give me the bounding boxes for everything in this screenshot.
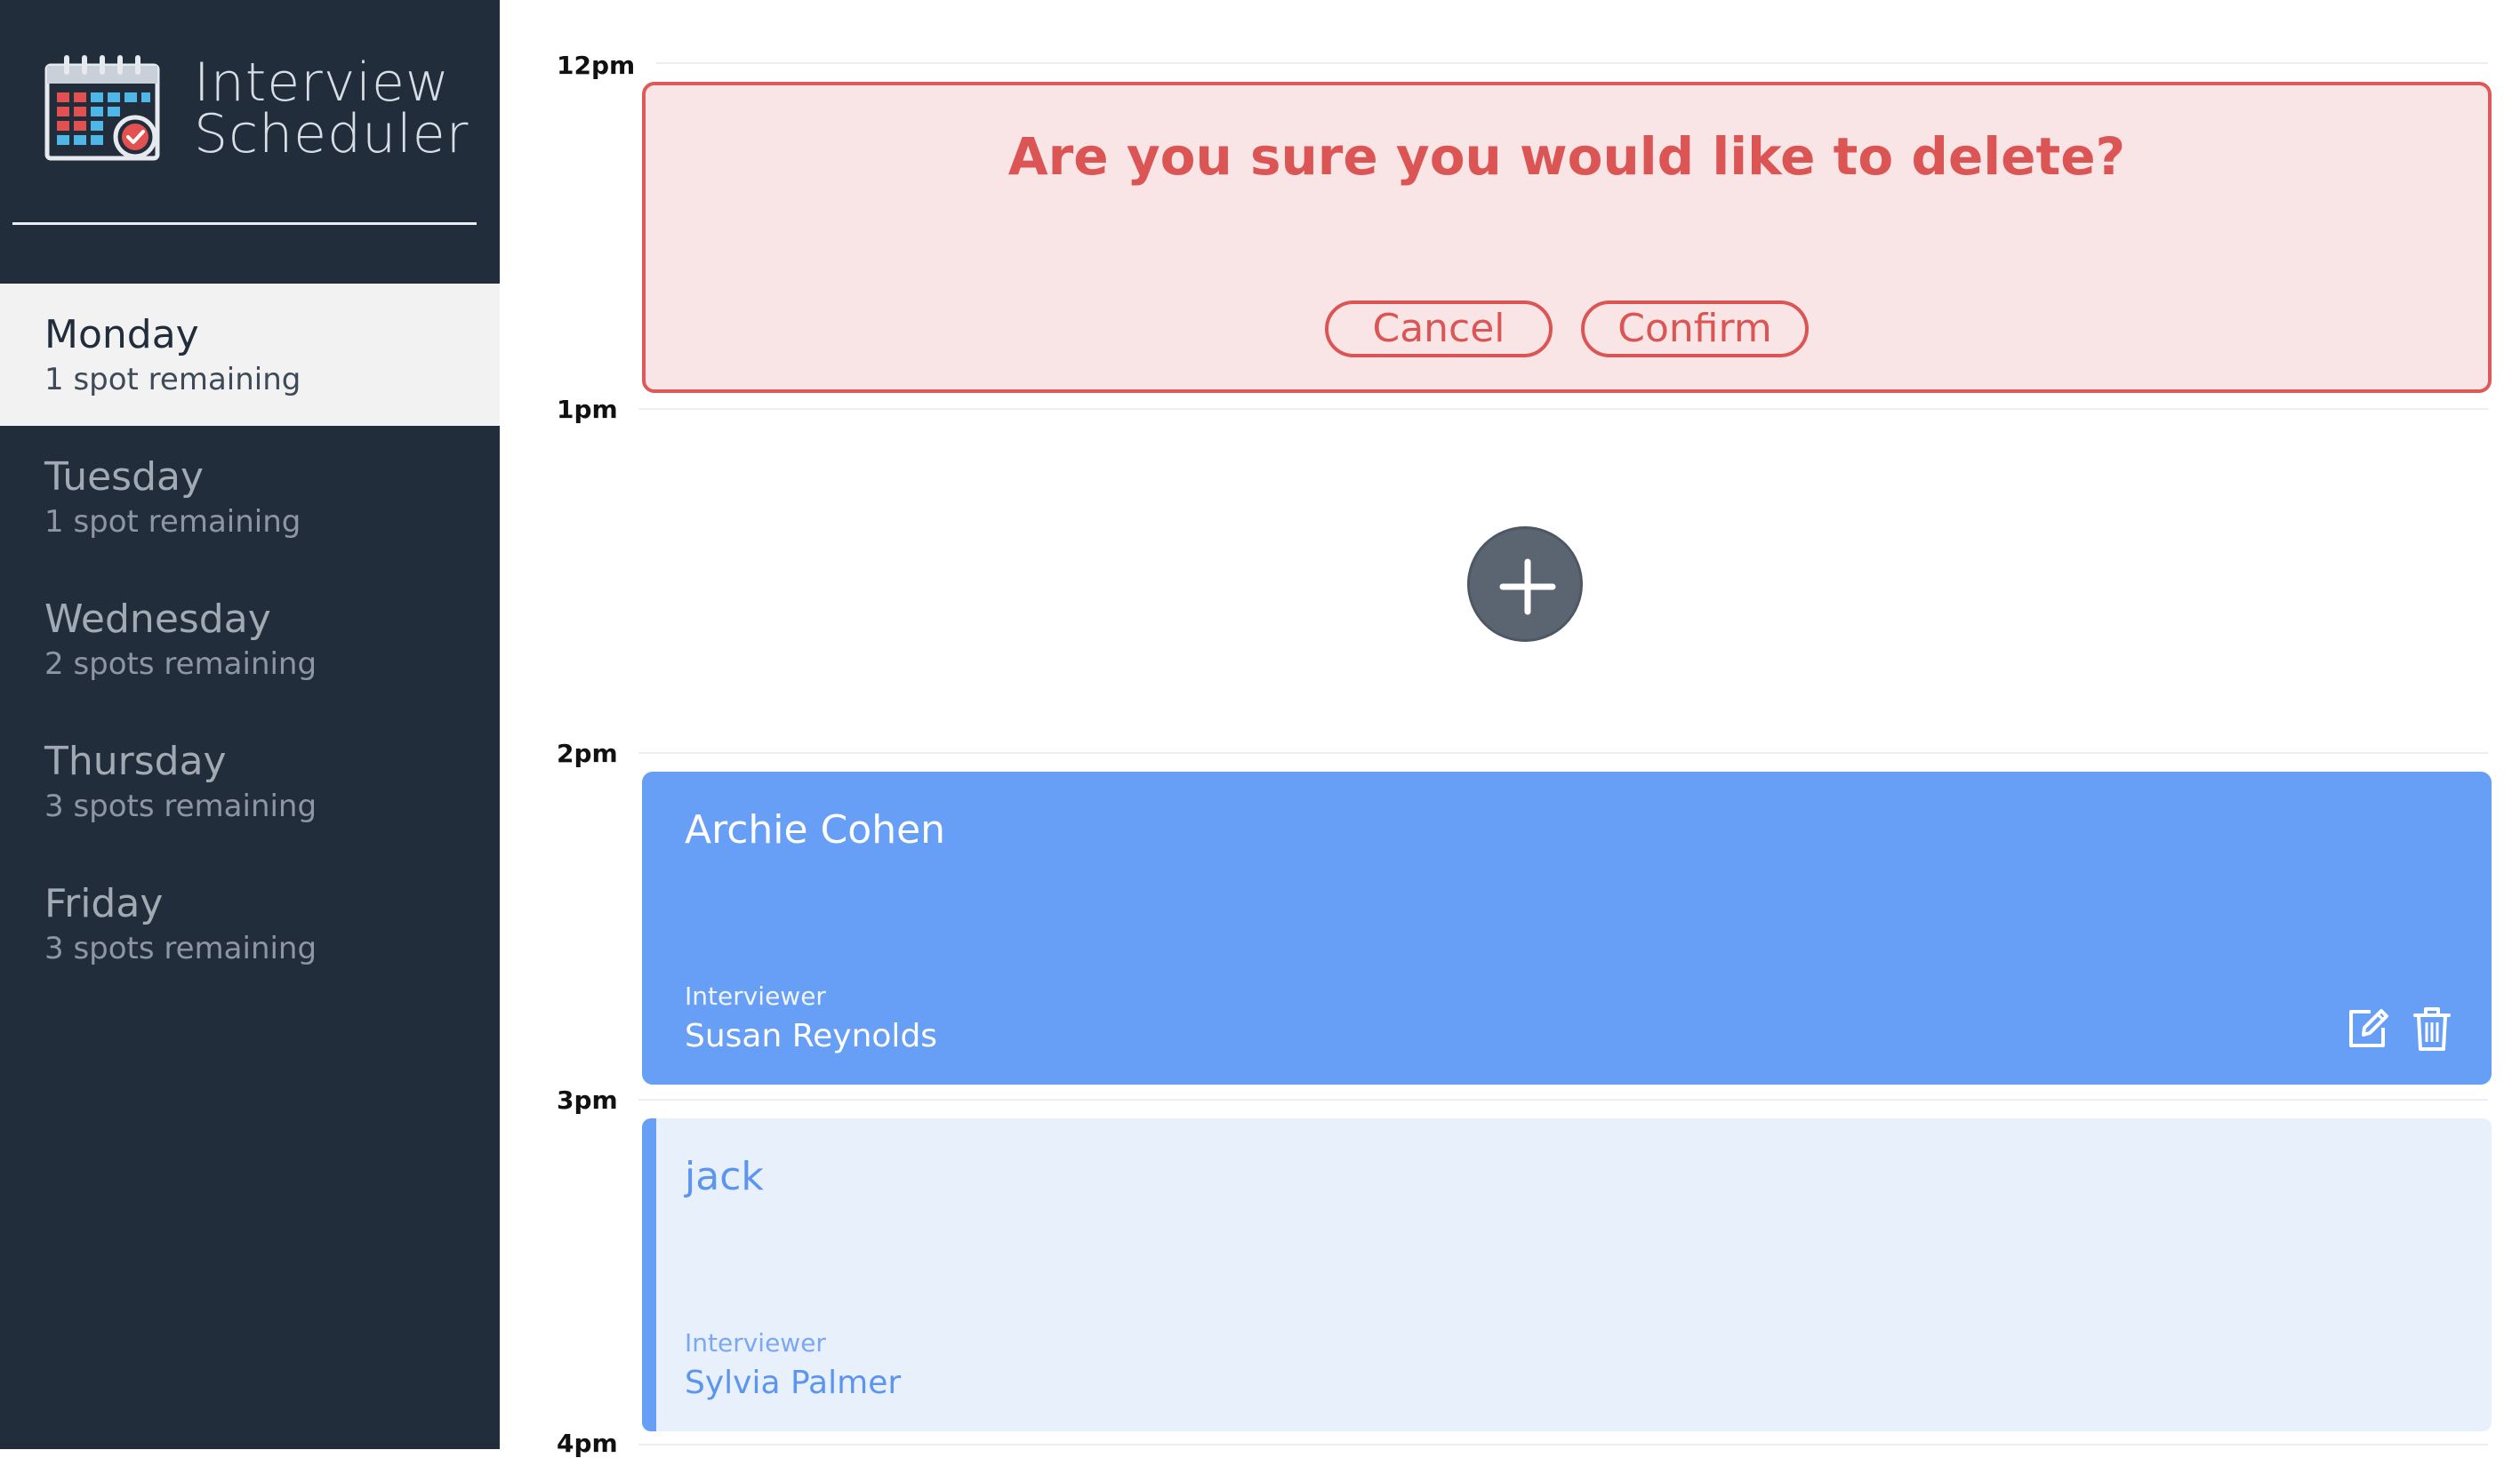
day-name: Tuesday [44,454,205,500]
confirm-actions: Cancel Confirm [646,300,2488,357]
schedule: 12pm 1pm 2pm 3pm 4pm Are you sure you wo… [500,0,2520,1458]
sidebar: Interview Scheduler Monday 1 spot remain… [0,0,500,1449]
hour-divider [638,408,2488,410]
day-item-friday[interactable]: Friday 3 spots remaining [0,853,500,995]
confirm-button[interactable]: Confirm [1581,300,1809,357]
hour-divider [638,752,2488,754]
day-name: Wednesday [44,597,271,642]
day-item-tuesday[interactable]: Tuesday 1 spot remaining [0,426,500,568]
delete-button[interactable] [2408,1005,2456,1053]
app-title: Interview Scheduler [194,52,469,165]
confirm-message: Are you sure you would like to delete? [1007,126,2126,187]
edit-icon [2349,1009,2388,1047]
interviewer-label: Interviewer [685,1328,826,1358]
appointment-card-highlighted[interactable]: jack Interviewer Sylvia Palmer [642,1118,2492,1431]
day-item-thursday[interactable]: Thursday 3 spots remaining [0,710,500,853]
hour-divider [638,1444,2488,1446]
edit-button[interactable] [2344,1005,2392,1053]
app-title-line2: Scheduler [194,103,469,165]
app-brand: Interview Scheduler [44,53,468,169]
student-name: jack [685,1154,764,1199]
time-label-4pm: 4pm [557,1429,618,1458]
plus-icon [1499,558,1556,615]
day-name: Monday [44,312,199,357]
calendar-check-icon [44,55,160,161]
sidebar-divider [12,222,477,225]
day-list: Monday 1 spot remaining Tuesday 1 spot r… [0,284,500,995]
interviewer-name: Sylvia Palmer [685,1365,902,1401]
appointment-actions [2344,1005,2456,1053]
cancel-button[interactable]: Cancel [1325,300,1553,357]
day-name: Thursday [44,739,227,784]
day-item-monday[interactable]: Monday 1 spot remaining [0,284,500,426]
time-label-2pm: 2pm [557,739,618,768]
time-label-1pm: 1pm [557,395,618,424]
app-title-line1: Interview [194,52,450,114]
delete-confirm-panel: Are you sure you would like to delete? C… [642,82,2492,393]
interviewer-name: Susan Reynolds [685,1018,938,1054]
appointment-card[interactable]: Archie Cohen Interviewer Susan Reynolds [642,772,2492,1085]
hour-divider [656,62,2488,64]
add-appointment-button[interactable] [1467,526,1583,642]
day-spots: 2 spots remaining [44,646,317,682]
time-label-3pm: 3pm [557,1085,618,1115]
day-spots: 1 spot remaining [44,504,301,540]
day-spots: 3 spots remaining [44,789,317,824]
time-label-12pm: 12pm [557,51,636,80]
interviewer-label: Interviewer [685,981,826,1011]
trash-icon [2413,1007,2451,1051]
day-spots: 3 spots remaining [44,931,317,966]
day-name: Friday [44,881,164,926]
hour-divider [638,1099,2488,1101]
day-spots: 1 spot remaining [44,362,301,397]
day-item-wednesday[interactable]: Wednesday 2 spots remaining [0,568,500,710]
student-name: Archie Cohen [685,807,946,853]
